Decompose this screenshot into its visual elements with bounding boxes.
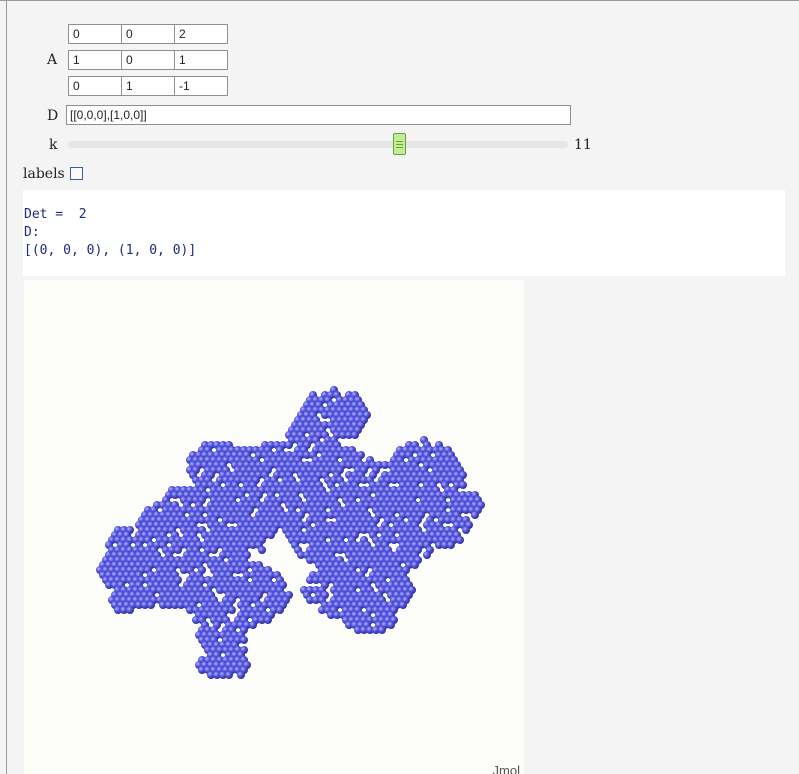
k-slider-handle[interactable] (393, 133, 406, 155)
labels-checkbox[interactable] (70, 167, 83, 180)
atom-sphere (249, 621, 257, 629)
atom-sphere (399, 601, 407, 609)
matrix-cell-0-0[interactable]: 0 (68, 24, 122, 44)
atom-sphere (411, 561, 419, 569)
atom-sphere (237, 671, 245, 679)
atom-sphere (228, 606, 236, 614)
window-left-border (6, 0, 7, 774)
k-slider-value: 11 (574, 137, 592, 153)
atom-sphere (447, 541, 455, 549)
matrix-a-label: A (47, 52, 58, 68)
matrix-cell-2-0[interactable]: 0 (68, 76, 122, 96)
digit-set-heading: D: (24, 225, 40, 240)
digit-set-label: D (47, 108, 59, 124)
atom-sphere (174, 546, 182, 554)
atom-sphere (225, 671, 233, 679)
fractal-tile-render (96, 386, 485, 679)
atom-sphere (462, 526, 470, 534)
atom-sphere (240, 636, 248, 644)
matrix-cell-0-2[interactable]: 2 (174, 24, 228, 44)
determinant-output: Det = 2 (24, 207, 87, 222)
k-slider-label: k (49, 137, 58, 153)
atom-sphere (258, 546, 266, 554)
atom-sphere (285, 441, 293, 449)
atom-sphere (378, 626, 386, 634)
atom-sphere (147, 601, 155, 609)
digit-set-input[interactable]: [[0,0,0],[1,0,0]] (66, 105, 571, 125)
atom-sphere (264, 616, 272, 624)
atom-sphere (423, 551, 431, 559)
atom-sphere (387, 621, 395, 629)
matrix-cell-2-2[interactable]: -1 (174, 76, 228, 96)
labels-checkbox-label: labels (23, 166, 65, 182)
atom-sphere (459, 481, 467, 489)
matrix-cell-1-2[interactable]: 1 (174, 50, 228, 70)
digit-set-output: [(0, 0, 0), (1, 0, 0)] (24, 243, 197, 258)
atom-sphere (456, 536, 464, 544)
k-slider-track[interactable] (68, 141, 568, 148)
atom-sphere (471, 511, 479, 519)
jmol-viewer[interactable]: Jmol (24, 280, 524, 774)
atom-sphere (267, 531, 275, 539)
matrix-cell-1-1[interactable]: 0 (121, 50, 175, 70)
atom-sphere (276, 606, 284, 614)
matrix-cell-0-1[interactable]: 0 (121, 24, 175, 44)
jmol-logo-text: Jmol (492, 763, 520, 774)
atom-sphere (126, 606, 134, 614)
output-area: Det = 2 D: [(0, 0, 0), (1, 0, 0)] (23, 190, 785, 276)
atom-sphere (351, 431, 359, 439)
atom-sphere (210, 546, 218, 554)
matrix-cell-1-0[interactable]: 1 (68, 50, 122, 70)
window-top-border (0, 0, 799, 1)
matrix-cell-2-1[interactable]: 1 (121, 76, 175, 96)
